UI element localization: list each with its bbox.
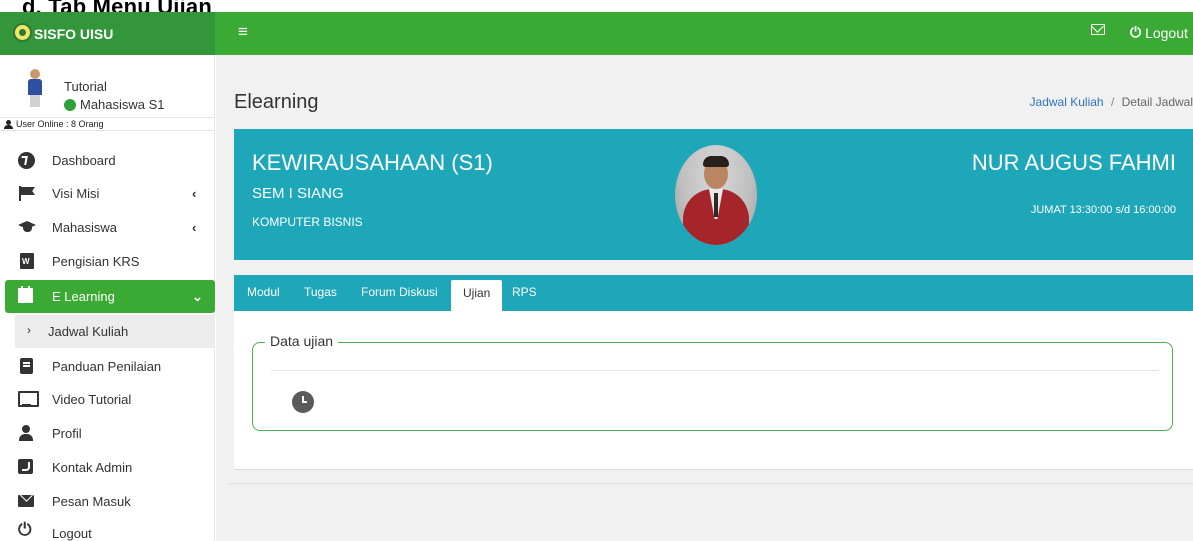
power-icon: ⏻ — [1130, 24, 1142, 40]
sidebar-item-label: Panduan Penilaian — [52, 359, 162, 374]
course-semester: SEM I SIANG — [252, 185, 344, 202]
sidebar-item-label: Visi Misi — [52, 186, 100, 201]
book-icon — [20, 358, 33, 374]
breadcrumb-separator: / — [1110, 95, 1115, 109]
user-role: Mahasiswa S1 — [80, 97, 165, 112]
sidebar-item-label: Pengisian KRS — [52, 254, 140, 269]
user-icon — [18, 425, 36, 441]
sidebar-item-label: Logout — [52, 526, 92, 541]
sidebar-item-label: E Learning — [52, 289, 115, 304]
monitor-icon — [18, 391, 39, 407]
chevron-left-icon: ‹ — [192, 220, 197, 235]
graduation-cap-icon — [18, 219, 36, 235]
logout-label: Logout — [1145, 24, 1188, 41]
divider — [271, 370, 1159, 371]
power-icon: ⏻ — [18, 520, 32, 539]
lecturer-photo — [675, 145, 757, 245]
sidebar-item-label: Jadwal Kuliah — [48, 324, 129, 339]
sidebar: Tutorial Mahasiswa S1 User Online : 8 Or… — [0, 55, 215, 541]
course-program: KOMPUTER BISNIS — [252, 215, 363, 229]
contact-icon — [18, 459, 33, 474]
clock-icon[interactable] — [292, 391, 314, 413]
fieldset-legend: Data ujian — [265, 333, 339, 349]
breadcrumb: Jadwal Kuliah / Detail Jadwal — [1030, 95, 1193, 109]
tab-panel: Modul Tugas Forum Diskusi Ujian RPS Data… — [234, 275, 1193, 470]
course-title: KEWIRAUSAHAAN (S1) — [252, 150, 493, 175]
tab-bar: Modul Tugas Forum Diskusi Ujian RPS — [234, 275, 1193, 311]
brand[interactable]: SISFO UISU — [0, 12, 215, 55]
user-status: Mahasiswa S1 — [64, 97, 165, 112]
word-file-icon — [20, 253, 34, 269]
envelope-icon[interactable] — [1091, 24, 1105, 35]
avatar — [22, 69, 48, 109]
main-content: Elearning Jadwal Kuliah / Detail Jadwal … — [216, 55, 1193, 541]
tab-tugas[interactable]: Tugas — [304, 285, 337, 299]
user-icon — [4, 120, 13, 129]
tab-forum-diskusi[interactable]: Forum Diskusi — [361, 285, 438, 299]
tab-modul[interactable]: Modul — [247, 285, 280, 299]
user-panel: Tutorial Mahasiswa S1 — [0, 55, 215, 117]
sidebar-item-pesan-masuk[interactable]: Pesan Masuk — [0, 485, 215, 518]
tab-rps[interactable]: RPS — [512, 285, 537, 299]
sidebar-item-label: Dashboard — [52, 153, 116, 168]
sidebar-item-profil[interactable]: Profil — [0, 417, 215, 450]
sidebar-item-label: Mahasiswa — [52, 220, 118, 235]
user-name: Tutorial — [64, 79, 107, 94]
sidebar-item-visi-misi[interactable]: Visi Misi ‹ — [0, 177, 215, 210]
breadcrumb-current: Detail Jadwal — [1121, 95, 1193, 109]
university-logo-icon — [13, 23, 32, 42]
sidebar-item-pengisian-krs[interactable]: Pengisian KRS — [0, 245, 215, 278]
logout-button[interactable]: ⏻ Logout — [1130, 24, 1188, 41]
menu-toggle-icon[interactable]: ≡ — [238, 22, 248, 42]
lecturer-name: NUR AUGUS FAHMI — [971, 150, 1176, 175]
sidebar-item-label: Profil — [52, 426, 82, 441]
sidebar-item-label: Pesan Masuk — [52, 494, 131, 509]
sidebar-item-label: Video Tutorial — [52, 392, 132, 407]
sidebar-item-label: Kontak Admin — [52, 460, 133, 475]
course-banner: KEWIRAUSAHAAN (S1) SEM I SIANG KOMPUTER … — [234, 129, 1193, 260]
sidebar-item-logout[interactable]: ⏻ Logout — [0, 517, 215, 541]
exam-data-fieldset: Data ujian — [252, 333, 1173, 431]
flag-icon — [18, 185, 36, 201]
top-navbar: SISFO UISU ≡ ⏻ Logout — [0, 12, 1193, 55]
breadcrumb-link-jadwal-kuliah[interactable]: Jadwal Kuliah — [1030, 95, 1104, 109]
dashboard-icon — [18, 152, 35, 169]
sidebar-item-mahasiswa[interactable]: Mahasiswa ‹ — [0, 211, 215, 244]
tab-ujian[interactable]: Ujian — [451, 280, 503, 311]
online-users: User Online : 8 Orang — [0, 117, 215, 131]
sidebar-item-kontak-admin[interactable]: Kontak Admin — [0, 451, 215, 484]
calendar-icon — [18, 286, 33, 303]
course-schedule: JUMAT 13:30:00 s/d 16:00:00 — [1030, 204, 1176, 216]
page-title: Elearning — [234, 91, 319, 113]
online-status-icon — [64, 98, 76, 111]
sidebar-subitem-jadwal-kuliah[interactable]: › Jadwal Kuliah — [15, 315, 215, 348]
sidebar-item-dashboard[interactable]: Dashboard — [0, 144, 215, 177]
sidebar-item-panduan-penilaian[interactable]: Panduan Penilaian — [0, 350, 215, 383]
chevron-right-icon: › — [27, 323, 31, 337]
chevron-left-icon: ‹ — [192, 186, 197, 201]
sidebar-item-e-learning[interactable]: E Learning ⌄ — [5, 280, 215, 313]
online-users-text: User Online : 8 Orang — [16, 119, 104, 129]
envelope-icon — [18, 495, 34, 507]
brand-name: SISFO UISU — [34, 25, 114, 42]
chevron-down-icon: ⌄ — [192, 289, 203, 304]
divider — [229, 483, 1193, 484]
sidebar-item-video-tutorial[interactable]: Video Tutorial — [0, 383, 215, 416]
